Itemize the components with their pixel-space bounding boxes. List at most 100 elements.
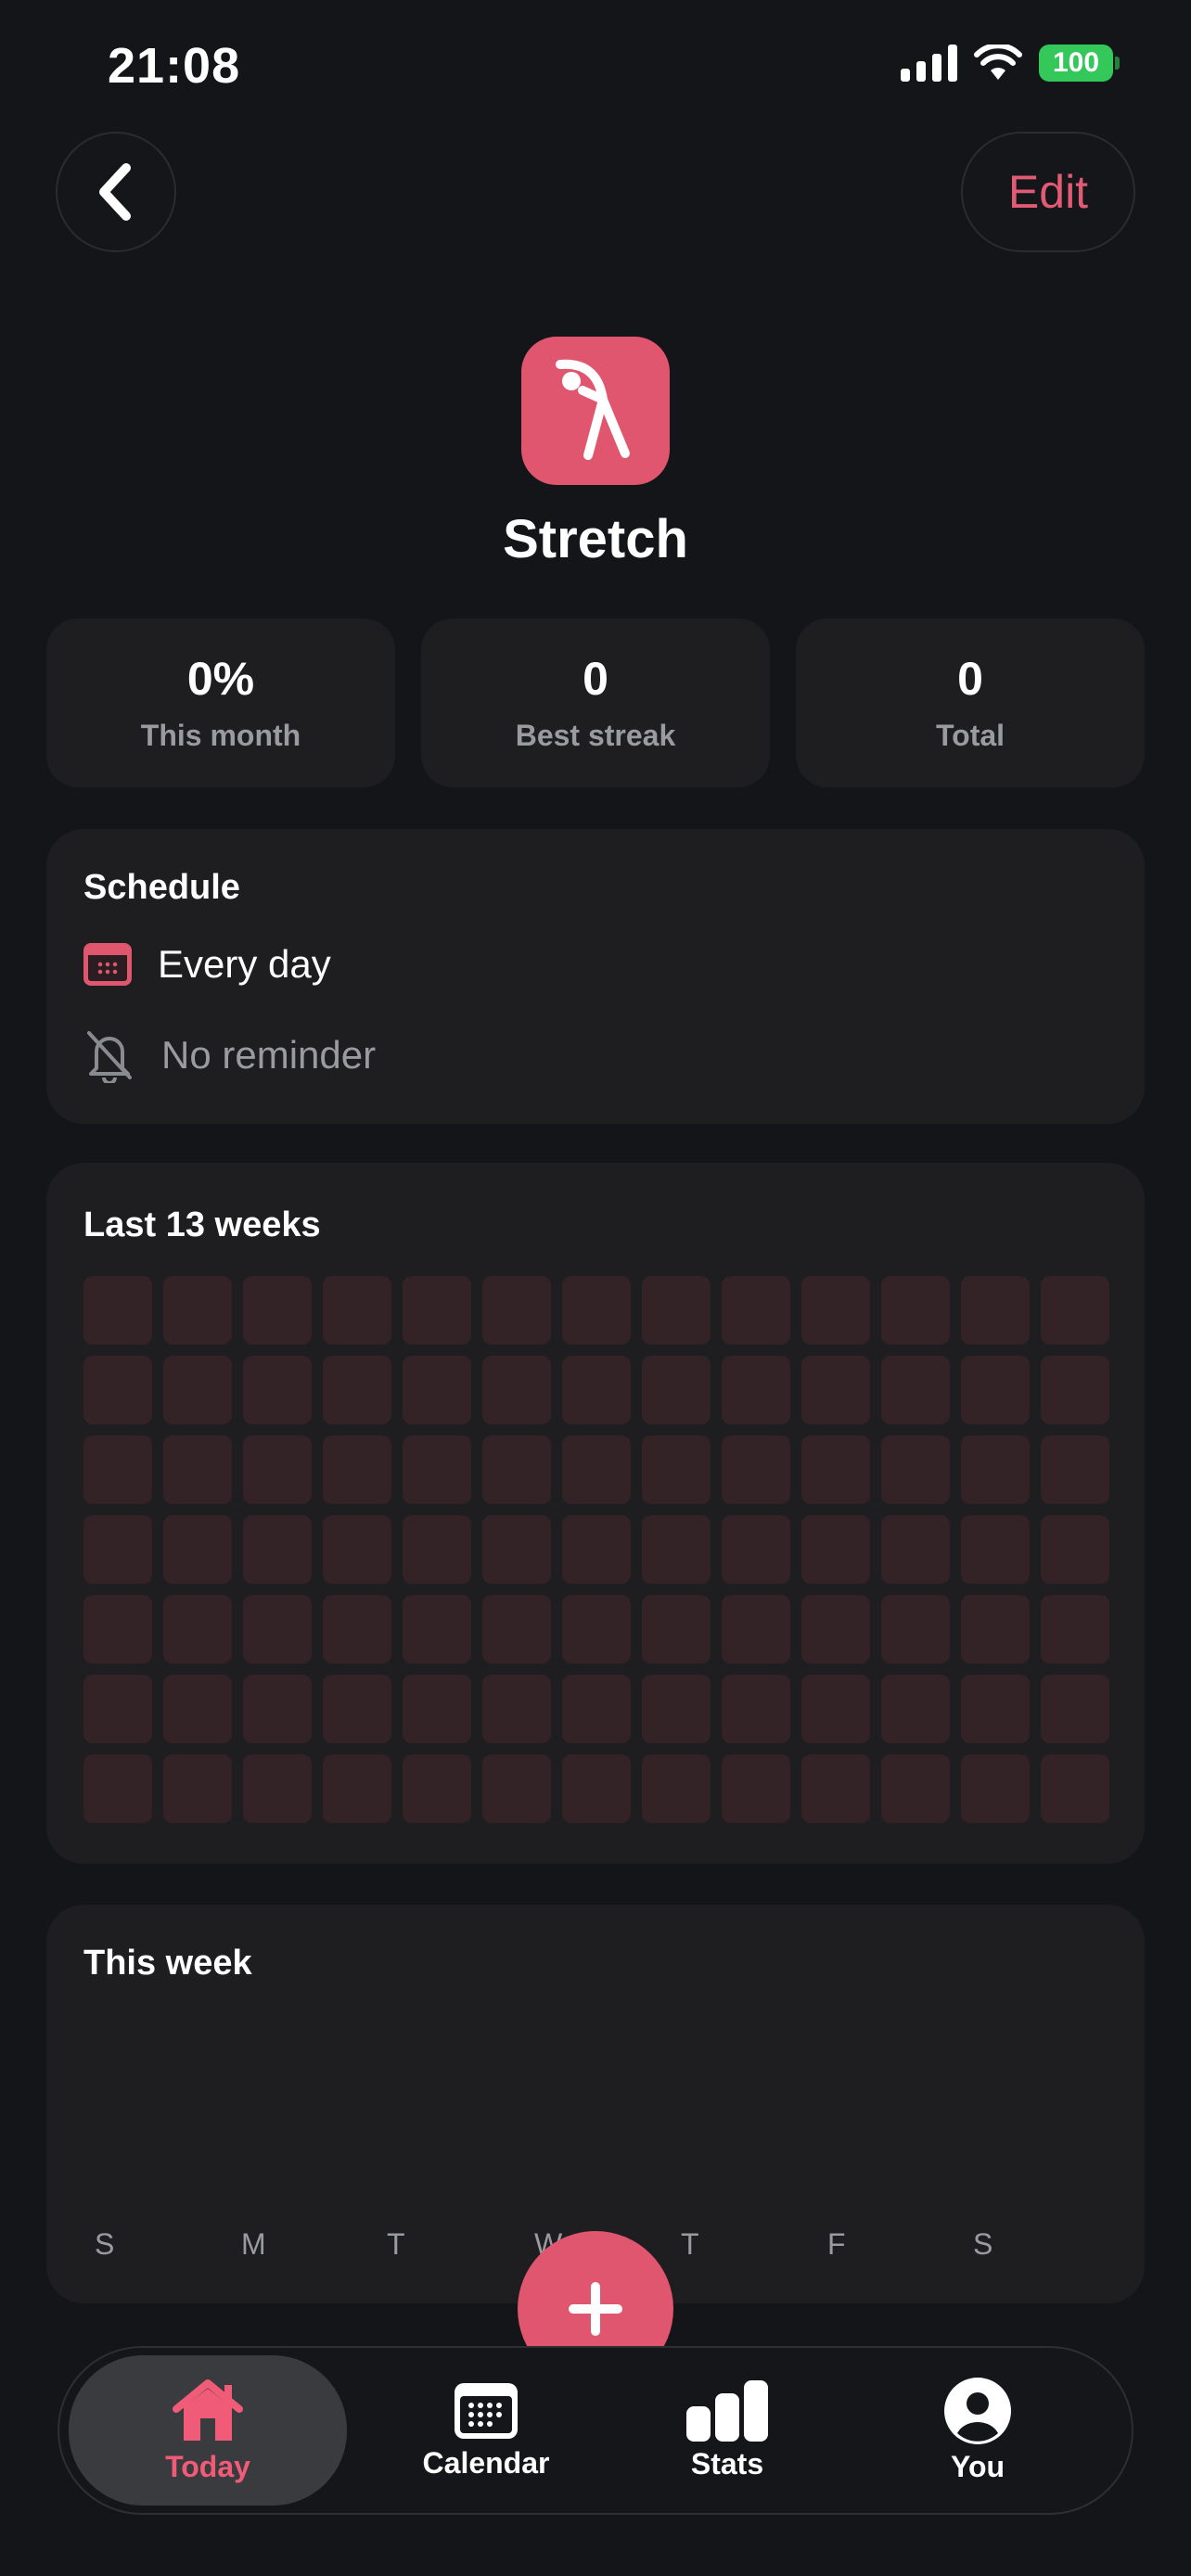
- heatmap-cell: [243, 1754, 312, 1823]
- heatmap-cell: [482, 1754, 551, 1823]
- schedule-title: Schedule: [83, 868, 240, 907]
- heatmap-cell: [83, 1515, 152, 1584]
- stat-value: 0: [583, 653, 608, 705]
- heatmap-cell: [1041, 1675, 1109, 1743]
- heatmap-cell: [482, 1276, 551, 1345]
- heatmap-cell: [801, 1595, 870, 1664]
- tab-label: Stats: [690, 2446, 764, 2480]
- tab-stats[interactable]: Stats: [644, 2355, 811, 2506]
- heatmap-cell: [1041, 1754, 1109, 1823]
- calendar-icon: [455, 2382, 518, 2439]
- heatmap-cell: [881, 1595, 950, 1664]
- stat-card-best-streak: 0 Best streak: [421, 618, 770, 787]
- history-heatmap: [83, 1276, 1109, 1823]
- heatmap-cell: [1041, 1356, 1109, 1424]
- heatmap-cell: [83, 1675, 152, 1743]
- heatmap-cell: [403, 1754, 471, 1823]
- stat-card-this-month: 0% This month: [46, 618, 395, 787]
- heatmap-cell: [323, 1435, 391, 1504]
- heatmap-cell: [163, 1276, 232, 1345]
- heatmap-cell: [403, 1276, 471, 1345]
- heatmap-cell: [801, 1515, 870, 1584]
- week-day-label: T: [681, 2227, 699, 2261]
- heatmap-cell: [562, 1595, 631, 1664]
- heatmap-cell: [961, 1675, 1030, 1743]
- home-icon: [173, 2378, 243, 2441]
- week-day-label: M: [241, 2227, 266, 2261]
- heatmap-cell: [1041, 1276, 1109, 1345]
- tab-label: Today: [165, 2449, 250, 2483]
- plus-icon: [569, 2282, 622, 2336]
- heatmap-cell: [961, 1276, 1030, 1345]
- stat-label: This month: [140, 719, 301, 752]
- heatmap-cell: [881, 1675, 950, 1743]
- back-button[interactable]: [56, 132, 176, 252]
- history-title: Last 13 weeks: [83, 1205, 321, 1244]
- heatmap-cell: [642, 1356, 711, 1424]
- this-week-title: This week: [83, 1944, 252, 1983]
- heatmap-cell: [961, 1356, 1030, 1424]
- heatmap-cell: [403, 1515, 471, 1584]
- week-day-label: S: [973, 2227, 993, 2261]
- tab-label: Calendar: [422, 2445, 550, 2480]
- heatmap-cell: [801, 1675, 870, 1743]
- tab-today[interactable]: Today: [69, 2355, 347, 2506]
- heatmap-cell: [562, 1276, 631, 1345]
- heatmap-cell: [881, 1515, 950, 1584]
- heatmap-cell: [801, 1356, 870, 1424]
- heatmap-cell: [163, 1356, 232, 1424]
- stretch-figure-icon: [556, 359, 630, 460]
- status-time: 21:08: [108, 38, 241, 94]
- edit-button[interactable]: Edit: [961, 132, 1135, 252]
- calendar-icon: [83, 943, 132, 986]
- heatmap-cell: [801, 1276, 870, 1345]
- heatmap-cell: [163, 1754, 232, 1823]
- chevron-left-icon: [99, 163, 131, 221]
- heatmap-cell: [722, 1675, 790, 1743]
- heatmap-cell: [323, 1276, 391, 1345]
- cellular-signal-icon: [901, 45, 957, 82]
- stat-label: Total: [935, 719, 1005, 752]
- heatmap-cell: [83, 1276, 152, 1345]
- schedule-frequency-row[interactable]: Every day: [83, 942, 331, 987]
- heatmap-cell: [722, 1515, 790, 1584]
- bell-off-icon: [87, 1031, 132, 1083]
- week-day-label: S: [95, 2227, 115, 2261]
- heatmap-cell: [801, 1435, 870, 1504]
- heatmap-cell: [83, 1754, 152, 1823]
- heatmap-cell: [642, 1754, 711, 1823]
- stat-value: 0%: [186, 653, 255, 705]
- heatmap-cell: [323, 1515, 391, 1584]
- heatmap-cell: [163, 1595, 232, 1664]
- heatmap-cell: [243, 1276, 312, 1345]
- schedule-frequency: Every day: [158, 942, 331, 986]
- heatmap-cell: [961, 1595, 1030, 1664]
- heatmap-cell: [722, 1595, 790, 1664]
- bar-chart-icon: [686, 2379, 768, 2442]
- habit-detail-screen: 21:08 100 Edit Stretch 0% This month 0 B…: [0, 0, 1191, 2576]
- heatmap-cell: [243, 1595, 312, 1664]
- heatmap-cell: [83, 1356, 152, 1424]
- stat-value: 0: [957, 653, 983, 705]
- heatmap-cell: [881, 1356, 950, 1424]
- tab-bar: Today Calendar Stats You: [58, 2346, 1133, 2515]
- heatmap-cell: [163, 1515, 232, 1584]
- heatmap-cell: [482, 1595, 551, 1664]
- reminder-text: No reminder: [161, 1033, 377, 1077]
- heatmap-cell: [83, 1435, 152, 1504]
- heatmap-cell: [482, 1435, 551, 1504]
- heatmap-cell: [881, 1754, 950, 1823]
- tab-you[interactable]: You: [894, 2355, 1061, 2506]
- heatmap-cell: [1041, 1515, 1109, 1584]
- heatmap-cell: [323, 1754, 391, 1823]
- heatmap-cell: [323, 1675, 391, 1743]
- person-icon: [944, 2377, 1011, 2444]
- heatmap-cell: [562, 1675, 631, 1743]
- heatmap-cell: [403, 1675, 471, 1743]
- heatmap-cell: [562, 1515, 631, 1584]
- heatmap-cell: [961, 1435, 1030, 1504]
- reminder-row[interactable]: No reminder: [83, 1027, 376, 1083]
- heatmap-cell: [403, 1356, 471, 1424]
- heatmap-cell: [1041, 1435, 1109, 1504]
- tab-calendar[interactable]: Calendar: [384, 2355, 588, 2506]
